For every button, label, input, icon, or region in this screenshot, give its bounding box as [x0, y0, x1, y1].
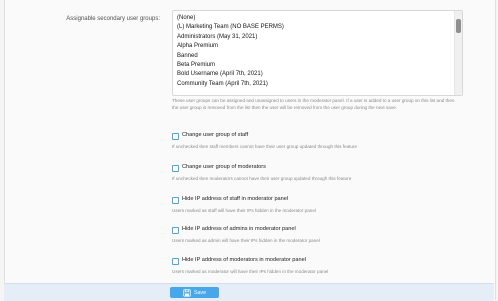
option-label[interactable]: Change user group of moderators	[182, 164, 266, 170]
select-option[interactable]: Alpha Premium	[177, 42, 462, 51]
checkbox[interactable]	[172, 165, 179, 172]
select-option[interactable]: Beta Premium	[177, 61, 462, 70]
options-panel: Assignable secondary user groups: (None)…	[4, 0, 496, 300]
select-option[interactable]: Bold Username (April 7th, 2021)	[177, 70, 462, 79]
checkbox[interactable]	[172, 197, 179, 204]
secondary-groups-hint: These user groups can be assigned and un…	[172, 98, 455, 110]
save-icon	[183, 288, 191, 297]
select-option[interactable]: Banned	[177, 52, 462, 61]
select-option[interactable]: Community Team (April 7th, 2021)	[177, 80, 462, 89]
listbox-scrollbar[interactable]	[454, 11, 462, 95]
option-label[interactable]: Change user group of staff	[182, 132, 248, 138]
scrollbar-thumb[interactable]	[456, 19, 461, 33]
secondary-groups-label: Assignable secondary user groups:	[66, 16, 160, 22]
checkbox[interactable]	[172, 227, 179, 234]
select-option[interactable]: (None)	[177, 14, 462, 23]
checkbox[interactable]	[172, 258, 179, 265]
option-label[interactable]: Hide IP address of admins in moderator p…	[182, 226, 296, 232]
option-hint: Users marked as moderator will have thei…	[172, 269, 329, 274]
form-footer: Save	[4, 283, 494, 301]
save-button-label: Save	[193, 289, 207, 296]
option-hint: Users marked as admin will have their IP…	[172, 238, 320, 243]
option-label[interactable]: Hide IP address of moderators in moderat…	[182, 257, 306, 263]
select-option[interactable]: Administrators (May 31, 2021)	[177, 33, 462, 42]
option-hint: If unchecked then moderators cannot have…	[172, 176, 352, 181]
option-hint: Users marked as staff will have their IP…	[172, 208, 316, 213]
save-button[interactable]: Save	[170, 287, 219, 298]
option-hint: If unchecked then staff members cannot h…	[172, 144, 358, 149]
select-option[interactable]: (L) Marketing Team (NO BASE PERMS)	[177, 23, 462, 32]
option-label[interactable]: Hide IP address of staff in moderator pa…	[182, 196, 288, 202]
checkbox[interactable]	[172, 133, 179, 140]
secondary-groups-select[interactable]: (None) (L) Marketing Team (NO BASE PERMS…	[172, 10, 463, 96]
